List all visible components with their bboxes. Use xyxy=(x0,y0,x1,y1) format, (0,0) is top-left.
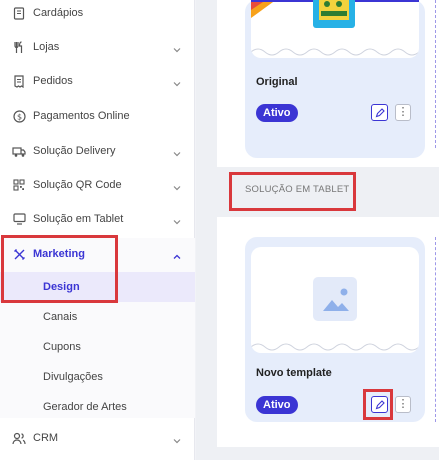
section-title: SOLUÇÃO EM TABLET xyxy=(245,184,350,195)
sidebar-item-marketing[interactable]: Marketing xyxy=(0,237,195,271)
sidebar-subitem-label: Canais xyxy=(43,311,78,323)
sidebar-item-label: Marketing xyxy=(33,248,85,260)
more-options-button[interactable]: ⋮ xyxy=(395,104,411,121)
edit-button[interactable] xyxy=(371,396,388,413)
chevron-down-icon xyxy=(172,76,182,87)
sidebar-item-label: Pedidos xyxy=(33,75,73,87)
more-options-button[interactable]: ⋮ xyxy=(395,396,411,413)
tools-icon xyxy=(12,247,26,261)
svg-text:$: $ xyxy=(16,112,21,121)
chevron-down-icon xyxy=(172,146,182,157)
sidebar-item-pedidos[interactable]: Pedidos xyxy=(0,64,195,98)
sidebar-item-label: Pagamentos Online xyxy=(33,110,130,122)
template-name: Original xyxy=(256,76,298,88)
status-badge: Ativo xyxy=(256,104,298,122)
sidebar-item-pagamentos-online[interactable]: $ Pagamentos Online xyxy=(0,99,195,133)
sidebar-item-solucao-em-tablet[interactable]: Solução em Tablet xyxy=(0,202,195,236)
status-badge: Ativo xyxy=(256,396,298,414)
sidebar-item-label: CRM xyxy=(33,432,59,444)
sidebar-item-lojas[interactable]: Lojas xyxy=(0,30,195,64)
sidebar-subitem-label: Divulgações xyxy=(43,371,103,383)
template-preview-image xyxy=(251,0,419,56)
template-preview xyxy=(251,0,419,58)
template-preview-placeholder xyxy=(251,277,419,351)
delivery-truck-icon xyxy=(12,144,26,158)
sidebar-subitem-label: Design xyxy=(43,281,80,293)
sidebar-subitem-design[interactable]: Design xyxy=(0,272,195,302)
pencil-icon xyxy=(375,107,385,117)
template-preview xyxy=(251,247,419,353)
qr-code-icon xyxy=(12,178,26,192)
chevron-down-icon xyxy=(172,433,182,444)
add-template-placeholder[interactable] xyxy=(435,0,439,148)
sidebar-subitem-label: Cupons xyxy=(43,341,81,353)
sidebar-item-label: Cardápios xyxy=(33,7,84,19)
sidebar-subitem-cupons[interactable]: Cupons xyxy=(0,332,195,362)
more-vertical-icon: ⋮ xyxy=(397,106,409,118)
sidebar-item-crm[interactable]: CRM xyxy=(0,421,195,455)
sidebar-subitem-divulgacoes[interactable]: Divulgações xyxy=(0,362,195,392)
template-card-novo-template[interactable]: Novo template Ativo ⋮ xyxy=(245,237,425,422)
sidebar-item-label: Lojas xyxy=(33,41,60,53)
chevron-down-icon xyxy=(172,214,182,225)
sidebar-item-solucao-delivery[interactable]: Solução Delivery xyxy=(0,134,195,168)
sidebar-item-label: Solução Delivery xyxy=(33,145,116,157)
template-card-original[interactable]: Original Ativo ⋮ xyxy=(245,0,425,158)
users-icon xyxy=(12,431,26,445)
sidebar-item-cardapios[interactable]: Cardápios xyxy=(0,0,195,30)
sidebar-item-label: Solução em Tablet xyxy=(33,213,124,225)
sidebar-subitem-label: Gerador de Artes xyxy=(43,401,127,413)
chevron-up-icon xyxy=(172,249,182,259)
chevron-down-icon xyxy=(172,42,182,53)
sidebar-subitem-gerador-de-artes[interactable]: Gerador de Artes xyxy=(0,392,195,422)
cutlery-icon xyxy=(12,40,26,54)
sidebar-subitem-canais[interactable]: Canais xyxy=(0,302,195,332)
sidebar-item-label: Solução QR Code xyxy=(33,179,122,191)
more-vertical-icon: ⋮ xyxy=(397,398,409,410)
pencil-icon xyxy=(375,399,385,409)
dollar-circle-icon: $ xyxy=(12,109,26,123)
add-template-placeholder[interactable] xyxy=(435,237,439,422)
sidebar-item-solucao-qr-code[interactable]: Solução QR Code xyxy=(0,168,195,202)
receipt-icon xyxy=(12,74,26,88)
sidebar: Cardápios Lojas Pedidos $ Pagamentos Onl… xyxy=(0,0,195,460)
edit-button[interactable] xyxy=(371,104,388,121)
menu-book-icon xyxy=(12,6,26,20)
chevron-down-icon xyxy=(172,180,182,191)
monitor-icon xyxy=(12,212,26,226)
template-name: Novo template xyxy=(256,367,332,379)
